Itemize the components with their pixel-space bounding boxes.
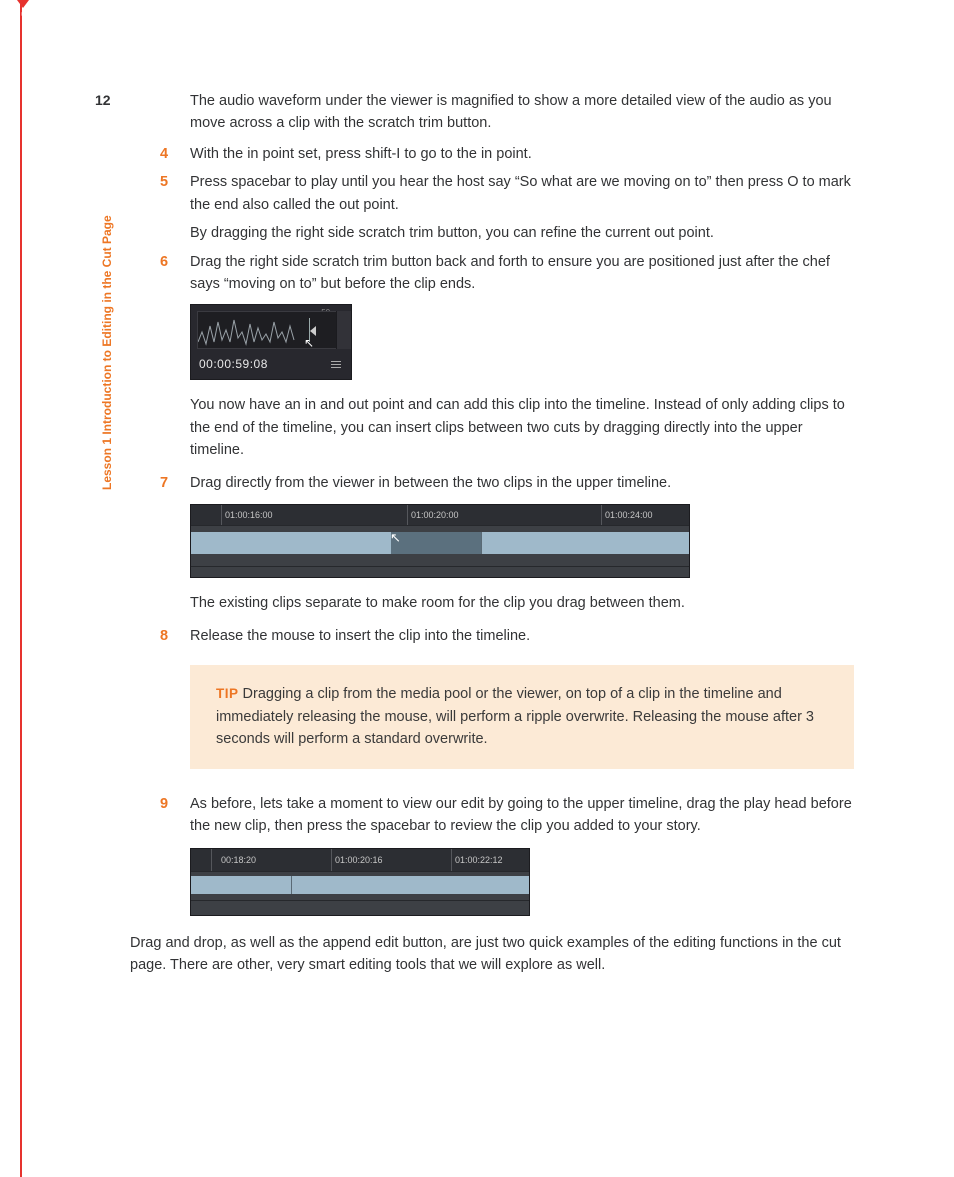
timeline-gap — [391, 532, 481, 554]
timeline-track — [191, 871, 529, 900]
screenshot-playhead-timeline: 00:18:20 01:00:20:16 01:00:22:12 ↖ — [190, 848, 530, 916]
ruler-label: 01:00:22:12 — [455, 854, 503, 868]
timeline-clip — [191, 532, 392, 554]
ruler-label: 01:00:24:00 — [605, 509, 653, 523]
step-text: Press spacebar to play until you hear th… — [190, 171, 854, 216]
ruler-label: 00:18:20 — [221, 854, 256, 868]
cursor-icon: ↖ — [20, 6, 30, 25]
step-number: 5 — [160, 171, 168, 193]
timeline-clip — [481, 532, 689, 554]
ruler-label: 01:00:20:00 — [411, 509, 459, 523]
step-text: Drag directly from the viewer in between… — [190, 472, 854, 494]
screenshot-waveform-viewer: -50 - ↖ 00:00:59:08 — [190, 304, 352, 381]
step-text: With the in point set, press shift-I to … — [190, 143, 854, 165]
step-number: 7 — [160, 472, 168, 494]
timeline-ruler: 00:18:20 01:00:20:16 01:00:22:12 — [191, 849, 529, 871]
step-number: 9 — [160, 793, 168, 815]
screenshot-upper-timeline: 01:00:16:00 01:00:20:00 01:00:24:00 ↖ — [190, 504, 690, 578]
step-number: 8 — [160, 625, 168, 647]
page-number: 12 — [95, 90, 111, 112]
intro-paragraph: The audio waveform under the viewer is m… — [190, 90, 854, 135]
timecode-display: 00:00:59:08 — [199, 355, 268, 374]
page: 12 Lesson 1 Introduction to Editing in t… — [0, 0, 954, 1177]
waveform-area: ↖ — [197, 311, 345, 349]
side-panel — [336, 311, 351, 350]
timeline-clip — [191, 876, 292, 894]
playhead-icon — [20, 0, 22, 1177]
timeline-ruler: 01:00:16:00 01:00:20:00 01:00:24:00 — [191, 505, 689, 525]
closing-paragraph: Drag and drop, as well as the append edi… — [130, 932, 854, 977]
timeline-track-lower — [191, 900, 529, 915]
after-step7-paragraph: The existing clips separate to make room… — [190, 592, 854, 614]
ruler-label: 01:00:16:00 — [225, 509, 273, 523]
menu-icon — [331, 361, 343, 368]
timeline-track-lower — [191, 566, 689, 577]
step-9: 9 As before, lets take a moment to view … — [190, 793, 854, 838]
tip-text: Dragging a clip from the media pool or t… — [216, 686, 814, 747]
tip-label: TIP — [216, 686, 239, 701]
step-8: 8 Release the mouse to insert the clip i… — [190, 625, 854, 647]
step-text: Release the mouse to insert the clip int… — [190, 625, 854, 647]
step-5: 5 Press spacebar to play until you hear … — [190, 171, 854, 244]
mid-paragraph: You now have an in and out point and can… — [190, 394, 854, 461]
step-4: 4 With the in point set, press shift-I t… — [190, 143, 854, 165]
timeline-clip — [291, 876, 529, 894]
tip-box: TIP Dragging a clip from the media pool … — [190, 665, 854, 768]
step-subtext: By dragging the right side scratch trim … — [190, 222, 854, 244]
lesson-side-label: Lesson 1 Introduction to Editing in the … — [98, 215, 117, 490]
step-number: 6 — [160, 251, 168, 273]
timeline-track: ↖ — [191, 525, 689, 566]
step-text: As before, lets take a moment to view ou… — [190, 793, 854, 838]
ruler-label: 01:00:20:16 — [335, 854, 383, 868]
trim-caret-arrow-icon — [310, 326, 316, 336]
step-text: Drag the right side scratch trim button … — [190, 251, 854, 296]
step-6: 6 Drag the right side scratch trim butto… — [190, 251, 854, 296]
step-number: 4 — [160, 143, 168, 165]
step-7: 7 Drag directly from the viewer in betwe… — [190, 472, 854, 494]
